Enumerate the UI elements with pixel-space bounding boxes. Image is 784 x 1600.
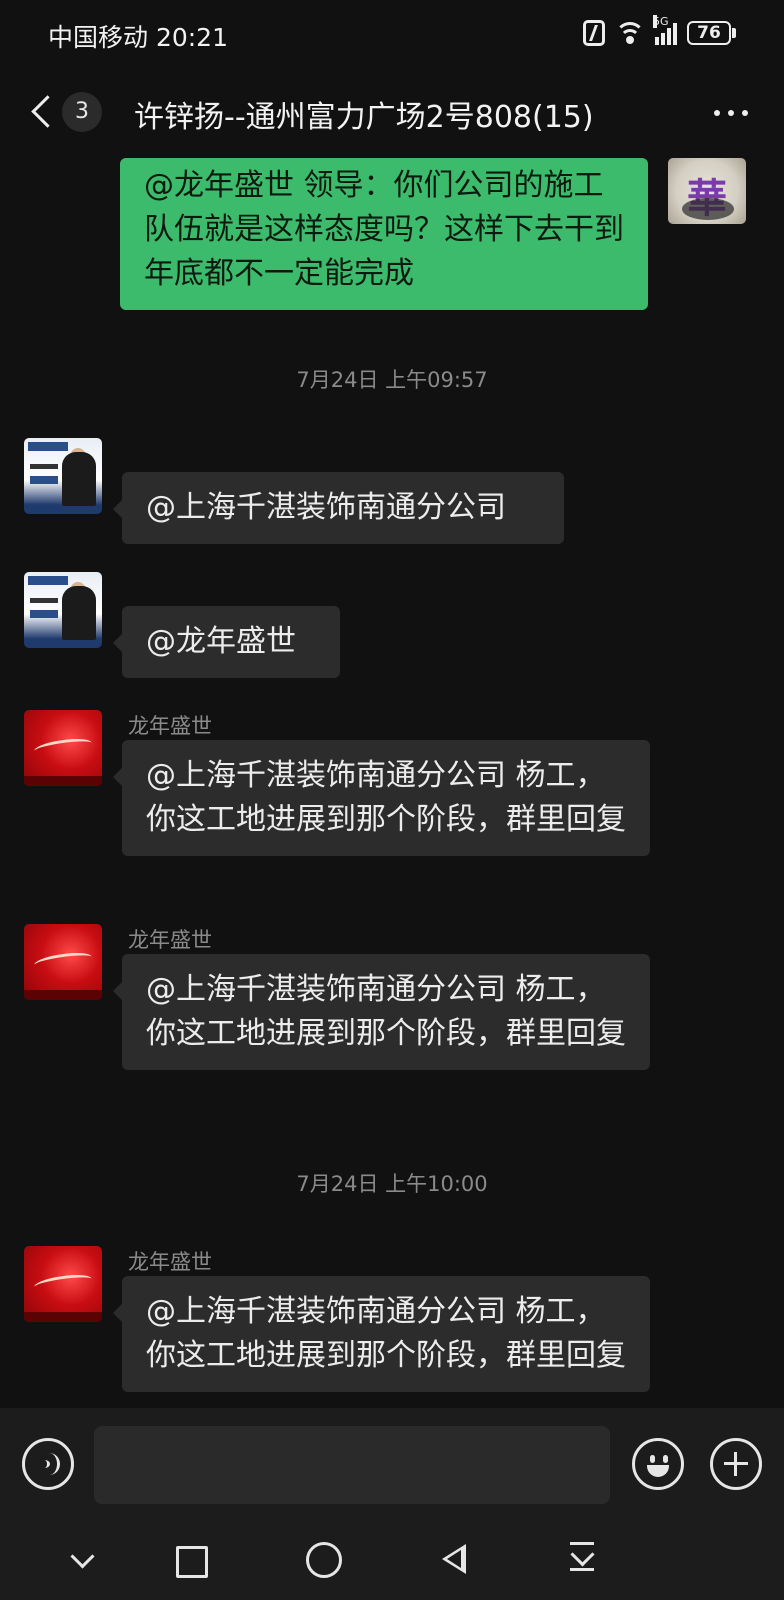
more-actions-button[interactable] <box>710 1438 762 1490</box>
back-icon[interactable] <box>30 96 54 126</box>
emoji-button[interactable] <box>632 1438 684 1490</box>
message-bubble-incoming[interactable]: @上海千湛装饰南通分公司 杨工，你这工地进展到那个阶段，群里回复 <box>113 1276 650 1392</box>
signal-icon: 5G <box>653 15 677 45</box>
nav-back-icon[interactable] <box>440 1542 476 1578</box>
battery-level: 76 <box>687 21 731 45</box>
nav-hide-icon[interactable] <box>66 1542 102 1578</box>
sender-avatar[interactable] <box>24 924 102 1000</box>
message-bubble-incoming[interactable]: @上海千湛装饰南通分公司 杨工，你这工地进展到那个阶段，群里回复 <box>113 740 650 856</box>
wifi-icon <box>615 20 645 46</box>
status-icons: 5G 76 <box>583 15 736 46</box>
my-avatar[interactable]: 華 <box>668 158 746 224</box>
timestamp: 7月24日 上午10:00 <box>296 1172 488 1196</box>
sender-name: 龙年盛世 <box>128 1250 212 1274</box>
message-list[interactable]: @龙年盛世 领导：你们公司的施工队伍就是这样态度吗？这样下去干到年底都不一定能完… <box>0 158 784 1408</box>
message-text: @龙年盛世 领导：你们公司的施工队伍就是这样态度吗？这样下去干到年底都不一定能完… <box>144 168 624 291</box>
battery-icon: 76 <box>687 21 736 45</box>
input-bar <box>0 1408 784 1520</box>
message-bubble-outgoing[interactable]: @龙年盛世 领导：你们公司的施工队伍就是这样态度吗？这样下去干到年底都不一定能完… <box>120 158 648 310</box>
message-text: @龙年盛世 <box>146 624 296 659</box>
sender-avatar[interactable] <box>24 710 102 786</box>
message-text: @上海千湛装饰南通分公司 杨工，你这工地进展到那个阶段，群里回复 <box>146 758 626 837</box>
nav-recents-icon[interactable] <box>172 1542 208 1578</box>
message-text: @上海千湛装饰南通分公司 杨工，你这工地进展到那个阶段，群里回复 <box>146 972 626 1051</box>
status-bar: 中国移动 20:21 5G 76 <box>0 0 784 66</box>
carrier-time: 中国移动 20:21 <box>48 23 228 52</box>
message-bubble-incoming[interactable]: @上海千湛装饰南通分公司 <box>113 472 564 544</box>
sender-avatar[interactable] <box>24 572 102 648</box>
message-text: @上海千湛装饰南通分公司 <box>146 490 506 525</box>
timestamp: 7月24日 上午09:57 <box>296 368 488 392</box>
chat-header: 3 许锌扬--通州富力广场2号808(15) <box>0 66 784 158</box>
nav-notification-icon[interactable] <box>566 1542 602 1578</box>
voice-input-button[interactable] <box>22 1438 74 1490</box>
message-text: @上海千湛装饰南通分公司 杨工，你这工地进展到那个阶段，群里回复 <box>146 1294 626 1373</box>
message-bubble-incoming[interactable]: @上海千湛装饰南通分公司 杨工，你这工地进展到那个阶段，群里回复 <box>113 954 650 1070</box>
system-nav-bar <box>0 1520 784 1600</box>
message-input[interactable] <box>94 1426 610 1504</box>
sender-name: 龙年盛世 <box>128 714 212 738</box>
chat-title: 许锌扬--通州富力广场2号808(15) <box>134 100 594 135</box>
sender-avatar[interactable] <box>24 438 102 514</box>
nav-home-icon[interactable] <box>306 1542 342 1578</box>
nfc-icon <box>583 20 605 46</box>
unread-badge[interactable]: 3 <box>62 92 102 132</box>
sender-avatar[interactable] <box>24 1246 102 1322</box>
network-type: 5G <box>653 15 669 28</box>
more-icon[interactable] <box>714 110 748 116</box>
sender-name: 龙年盛世 <box>128 928 212 952</box>
message-bubble-incoming[interactable]: @龙年盛世 <box>113 606 340 678</box>
